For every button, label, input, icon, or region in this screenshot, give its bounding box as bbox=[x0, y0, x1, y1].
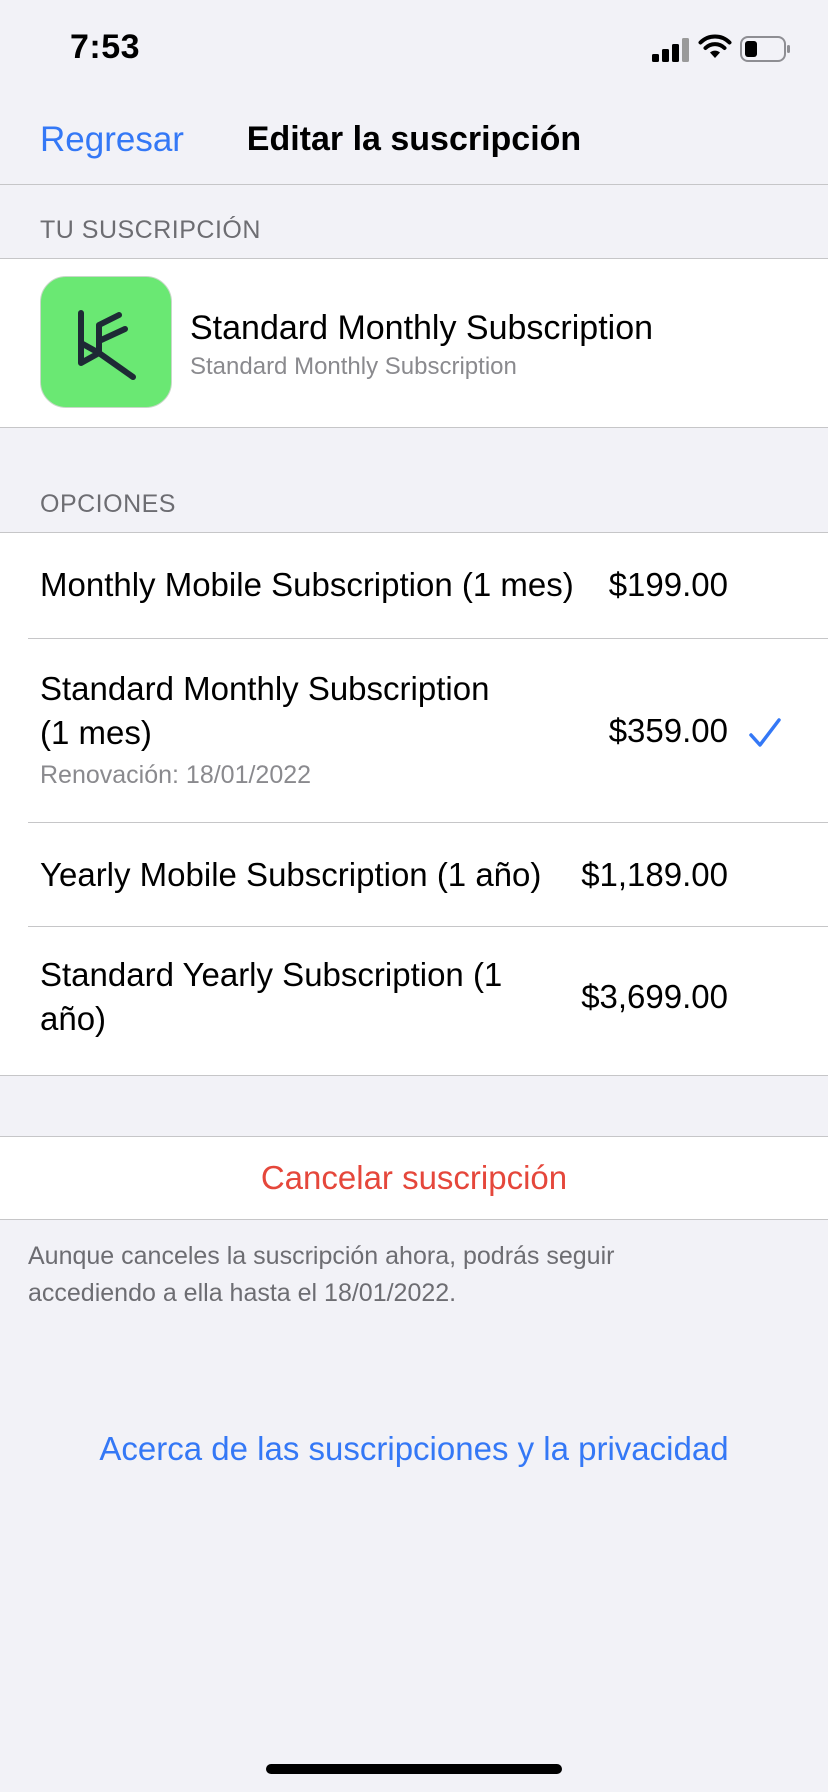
current-subscription-card: Standard Monthly Subscription Standard M… bbox=[0, 258, 828, 428]
cancel-note-line1: Aunque canceles la suscripción ahora, po… bbox=[28, 1242, 615, 1270]
cancel-subscription-button[interactable]: Cancelar suscripción bbox=[0, 1136, 828, 1220]
option-yearly-mobile[interactable]: Yearly Mobile Subscription (1 año) $1,18… bbox=[0, 823, 828, 927]
page-title: Editar la suscripción bbox=[246, 120, 582, 158]
navigation-bar: Regresar Editar la suscripción bbox=[0, 96, 828, 185]
option-price: $359.00 bbox=[608, 712, 728, 749]
option-label: Yearly Mobile Subscription (1 año) bbox=[40, 856, 542, 893]
option-standard-yearly[interactable]: Standard Yearly Subscription (1 año) $3,… bbox=[0, 927, 828, 1075]
option-renewal-date: Renovación: 18/01/2022 bbox=[40, 761, 312, 789]
option-label-line1: Standard Monthly Subscription bbox=[40, 670, 490, 707]
option-label-line1: Standard Yearly Subscription (1 bbox=[40, 956, 503, 993]
privacy-link[interactable]: Acerca de las suscripciones y la privaci… bbox=[0, 1430, 828, 1468]
section-header-options: OPCIONES bbox=[40, 490, 176, 518]
wifi-icon bbox=[698, 34, 732, 58]
cellular-signal-icon bbox=[652, 38, 689, 62]
option-label-line2: (1 mes) bbox=[40, 714, 152, 751]
section-header-subscription: TU SUSCRIPCIÓN bbox=[40, 216, 261, 244]
option-monthly-mobile[interactable]: Monthly Mobile Subscription (1 mes) $199… bbox=[0, 533, 828, 639]
checkmark-icon bbox=[749, 718, 781, 747]
home-indicator[interactable] bbox=[266, 1764, 562, 1774]
options-list: Monthly Mobile Subscription (1 mes) $199… bbox=[0, 532, 828, 1076]
datacamp-logo-icon bbox=[78, 310, 136, 380]
cancel-note: Aunque canceles la suscripción ahora, po… bbox=[28, 1238, 728, 1312]
option-price: $1,189.00 bbox=[581, 856, 728, 893]
status-time: 7:53 bbox=[70, 28, 141, 66]
status-bar: 7:53 bbox=[0, 0, 828, 96]
battery-icon bbox=[740, 36, 790, 62]
option-label-line2: año) bbox=[40, 1000, 107, 1037]
app-icon bbox=[40, 276, 172, 408]
cancel-note-line2: accediendo a ella hasta el 18/01/2022. bbox=[28, 1279, 457, 1307]
subscription-subtitle: Standard Monthly Subscription bbox=[190, 353, 517, 380]
subscription-title: Standard Monthly Subscription bbox=[190, 309, 654, 347]
option-price: $3,699.00 bbox=[581, 978, 728, 1015]
option-label: Monthly Mobile Subscription (1 mes) bbox=[40, 566, 574, 603]
option-price: $199.00 bbox=[608, 566, 728, 603]
option-standard-monthly[interactable]: Standard Monthly Subscription (1 mes) Re… bbox=[0, 639, 828, 823]
